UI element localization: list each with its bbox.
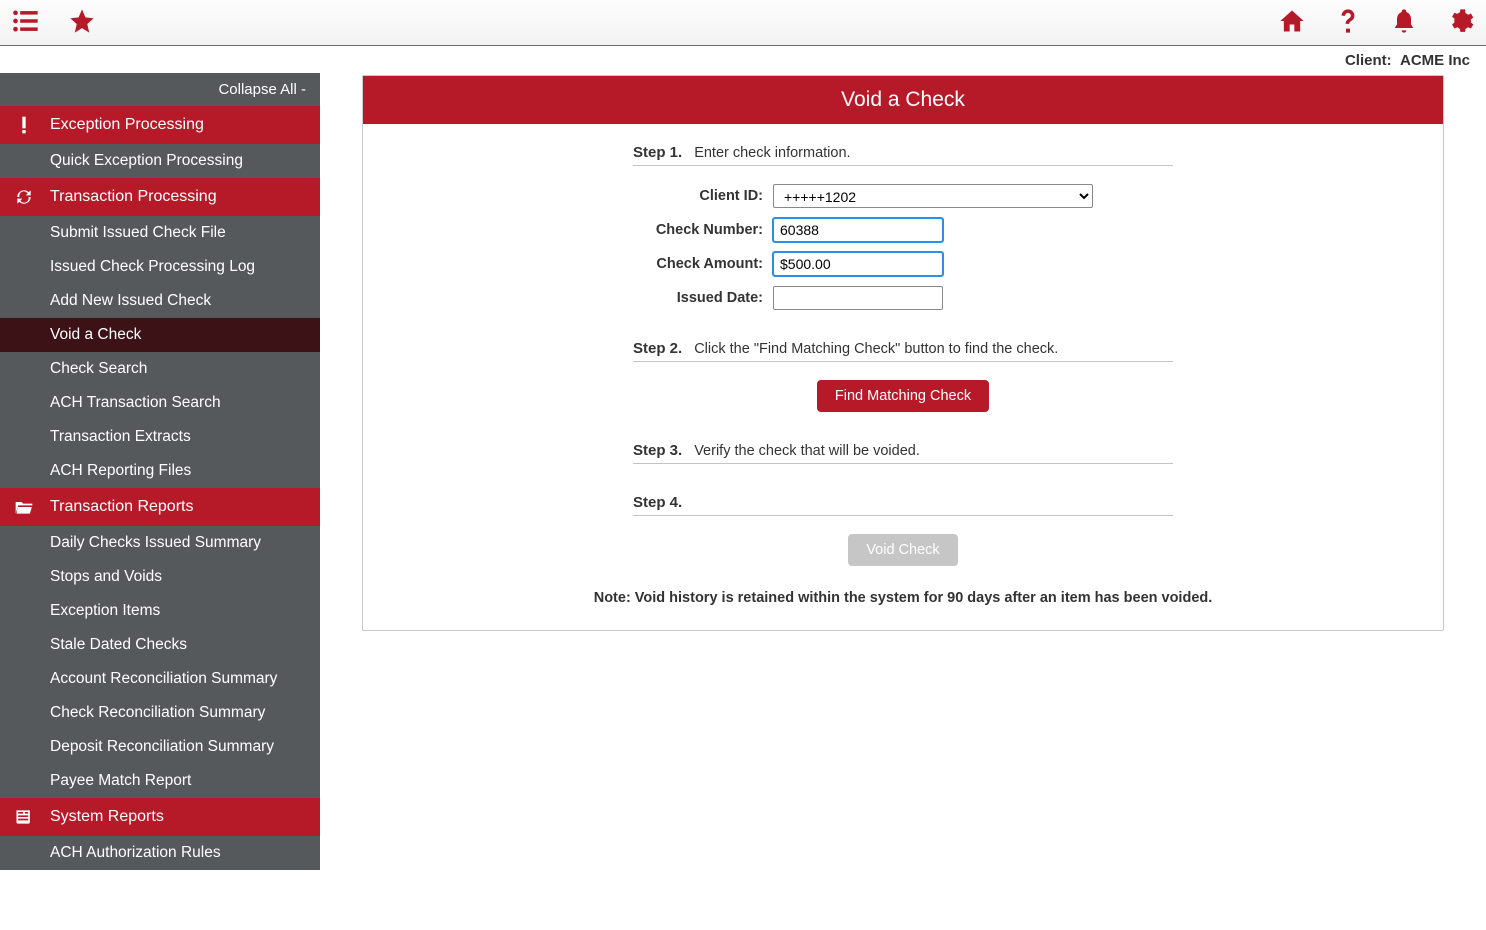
nav-item-exception-items[interactable]: Exception Items	[0, 594, 320, 628]
sidebar: Collapse All - Exception Processing Quic…	[0, 73, 320, 870]
exclamation-icon	[14, 115, 34, 135]
client-id-select[interactable]: +++++1202	[773, 184, 1093, 208]
nav-item-ach-authorization-rules[interactable]: ACH Authorization Rules	[0, 836, 320, 870]
step-1-row: Step 1. Enter check information.	[633, 144, 1173, 166]
step-1: Step 1. Enter check information. Client …	[633, 144, 1173, 310]
nav-header-exception-processing[interactable]: Exception Processing	[0, 106, 320, 144]
check-number-input[interactable]	[773, 218, 943, 242]
nav-item-ach-transaction-search[interactable]: ACH Transaction Search	[0, 386, 320, 420]
step-4: Step 4. Void Check	[633, 494, 1173, 566]
panel: Void a Check Step 1. Enter check informa…	[362, 75, 1444, 631]
client-line: Client: ACME Inc	[0, 46, 1486, 73]
favorite-star-icon[interactable]	[68, 7, 96, 38]
top-bar-left	[12, 7, 96, 38]
check-amount-input[interactable]	[773, 252, 943, 276]
nav-header-label: System Reports	[50, 808, 164, 825]
check-amount-row: Check Amount:	[633, 252, 1173, 276]
nav-item-quick-exception-processing[interactable]: Quick Exception Processing	[0, 144, 320, 178]
client-name: ACME Inc	[1400, 52, 1470, 69]
nav-item-stops-and-voids[interactable]: Stops and Voids	[0, 560, 320, 594]
issued-date-row: Issued Date:	[633, 286, 1173, 310]
nav-item-stale-dated-checks[interactable]: Stale Dated Checks	[0, 628, 320, 662]
help-icon[interactable]	[1334, 7, 1362, 38]
nav-header-system-reports[interactable]: System Reports	[0, 798, 320, 836]
nav-header-label: Transaction Processing	[50, 188, 217, 205]
step-2-row: Step 2. Click the "Find Matching Check" …	[633, 340, 1173, 362]
main-content: Void a Check Step 1. Enter check informa…	[320, 73, 1486, 671]
collapse-all-link[interactable]: Collapse All -	[0, 73, 320, 106]
step-1-label: Step 1.	[633, 144, 682, 161]
void-check-button: Void Check	[848, 534, 957, 566]
folder-open-icon	[14, 497, 34, 517]
top-bar-right	[1278, 7, 1474, 38]
refresh-icon	[14, 187, 34, 207]
client-label: Client:	[1345, 52, 1392, 69]
step-4-label: Step 4.	[633, 494, 682, 511]
step-3-label: Step 3.	[633, 442, 682, 459]
issued-date-input[interactable]	[773, 286, 943, 310]
newspaper-icon	[14, 807, 34, 827]
nav-item-payee-match-report[interactable]: Payee Match Report	[0, 764, 320, 798]
step-3: Step 3. Verify the check that will be vo…	[633, 442, 1173, 464]
step-2: Step 2. Click the "Find Matching Check" …	[633, 340, 1173, 412]
nav-item-add-new-issued-check[interactable]: Add New Issued Check	[0, 284, 320, 318]
nav-header-transaction-processing[interactable]: Transaction Processing	[0, 178, 320, 216]
check-amount-label: Check Amount:	[633, 256, 763, 272]
step-3-text: Verify the check that will be voided.	[694, 443, 920, 459]
notifications-bell-icon[interactable]	[1390, 7, 1418, 38]
panel-body: Step 1. Enter check information. Client …	[363, 124, 1443, 630]
nav-header-label: Transaction Reports	[50, 498, 193, 515]
step-1-text: Enter check information.	[694, 145, 850, 161]
issued-date-label: Issued Date:	[633, 290, 763, 306]
page-title: Void a Check	[363, 76, 1443, 124]
nav-item-ach-reporting-files[interactable]: ACH Reporting Files	[0, 454, 320, 488]
settings-gear-icon[interactable]	[1446, 7, 1474, 38]
nav-item-account-reconciliation-summary[interactable]: Account Reconciliation Summary	[0, 662, 320, 696]
step-3-row: Step 3. Verify the check that will be vo…	[633, 442, 1173, 464]
nav-item-deposit-reconciliation-summary[interactable]: Deposit Reconciliation Summary	[0, 730, 320, 764]
client-id-row: Client ID: +++++1202	[633, 184, 1173, 208]
top-bar	[0, 0, 1486, 46]
menu-icon[interactable]	[12, 7, 40, 38]
nav-item-issued-check-processing-log[interactable]: Issued Check Processing Log	[0, 250, 320, 284]
step-2-label: Step 2.	[633, 340, 682, 357]
nav-item-submit-issued-check-file[interactable]: Submit Issued Check File	[0, 216, 320, 250]
nav-header-label: Exception Processing	[50, 116, 204, 133]
client-id-label: Client ID:	[633, 188, 763, 204]
step-2-text: Click the "Find Matching Check" button t…	[694, 341, 1058, 357]
nav-item-check-reconciliation-summary[interactable]: Check Reconciliation Summary	[0, 696, 320, 730]
nav-item-void-a-check[interactable]: Void a Check	[0, 318, 320, 352]
step-4-row: Step 4.	[633, 494, 1173, 516]
check-number-label: Check Number:	[633, 222, 763, 238]
nav-item-check-search[interactable]: Check Search	[0, 352, 320, 386]
nav-item-daily-checks-issued-summary[interactable]: Daily Checks Issued Summary	[0, 526, 320, 560]
check-number-row: Check Number:	[633, 218, 1173, 242]
nav-header-transaction-reports[interactable]: Transaction Reports	[0, 488, 320, 526]
find-matching-check-button[interactable]: Find Matching Check	[817, 380, 989, 412]
nav-item-transaction-extracts[interactable]: Transaction Extracts	[0, 420, 320, 454]
layout: Collapse All - Exception Processing Quic…	[0, 73, 1486, 870]
void-history-note: Note: Void history is retained within th…	[397, 590, 1409, 606]
home-icon[interactable]	[1278, 7, 1306, 38]
